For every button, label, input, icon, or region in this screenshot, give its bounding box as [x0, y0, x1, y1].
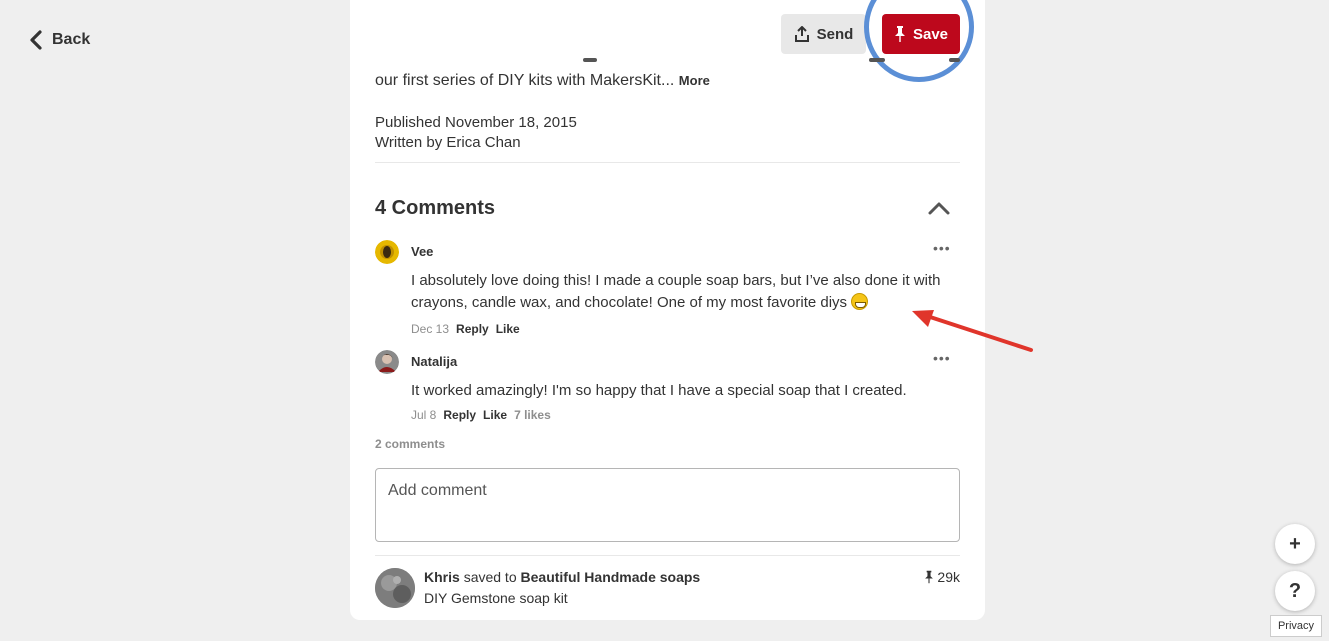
divider	[375, 162, 960, 163]
comment-text: It worked amazingly! I'm so happy that I…	[411, 382, 907, 399]
saved-pin-title: DIY Gemstone soap kit	[424, 590, 568, 606]
description-text: our first series of DIY kits with Makers…	[375, 72, 675, 89]
saved-by-row: Khris saved to Beautiful Handmade soaps …	[375, 566, 960, 610]
add-comment-input[interactable]	[375, 468, 960, 542]
comments-count-link[interactable]: 2 comments	[375, 437, 445, 451]
help-button[interactable]: ?	[1275, 571, 1315, 611]
comments-title: 4 Comments	[375, 197, 496, 219]
pin-icon	[925, 570, 934, 584]
annotation-arrow-icon	[912, 310, 1033, 352]
pin-detail-card: Send Save our first series of DIY kits w…	[350, 0, 985, 620]
likes-count[interactable]: 7 likes	[514, 408, 551, 422]
like-button[interactable]: Like	[496, 322, 520, 336]
send-button[interactable]: Send	[781, 14, 866, 54]
comment-item: Vee ••• I absolutely love doing this! I …	[375, 240, 960, 340]
avatar[interactable]	[375, 350, 399, 374]
chevron-up-icon[interactable]	[927, 198, 951, 218]
add-button[interactable]: +	[1275, 524, 1315, 564]
saved-action: saved to	[463, 569, 517, 585]
save-label: Save	[912, 25, 949, 43]
chevron-left-icon	[30, 30, 42, 50]
description-cut-off-line	[375, 56, 960, 66]
comment-date: Dec 13	[411, 322, 450, 336]
comment-text: I absolutely love doing this! I made a c…	[411, 270, 941, 314]
grinning-emoji-icon	[851, 293, 869, 310]
pin-description: our first series of DIY kits with Makers…	[375, 72, 710, 90]
avatar[interactable]	[375, 568, 415, 608]
reply-button[interactable]: Reply	[456, 322, 489, 336]
avatar[interactable]	[375, 240, 399, 264]
pin-count: 29k	[924, 569, 960, 585]
like-button[interactable]: Like	[483, 408, 507, 422]
save-button[interactable]: Save	[882, 14, 960, 54]
comment-meta: Dec 13 Reply Like	[411, 322, 520, 336]
comment-date: Jul 8	[411, 408, 437, 422]
send-label: Send	[816, 25, 854, 43]
comment-meta: Jul 8 Reply Like 7 likes	[411, 408, 551, 422]
share-icon	[794, 26, 809, 42]
back-label: Back	[52, 31, 91, 48]
reply-button[interactable]: Reply	[443, 408, 476, 422]
saved-by-text: Khris saved to Beautiful Handmade soaps	[424, 569, 700, 585]
publish-info: Published November 18, 2015 Written by E…	[375, 113, 577, 153]
comment-item: Natalija ••• It worked amazingly! I'm so…	[375, 350, 960, 430]
saver-name[interactable]: Khris	[424, 569, 460, 585]
author: Written by Erica Chan	[375, 134, 521, 151]
back-button[interactable]: Back	[28, 28, 90, 52]
privacy-link[interactable]: Privacy	[1270, 615, 1322, 637]
board-name[interactable]: Beautiful Handmade soaps	[521, 569, 701, 585]
commenter-name[interactable]: Vee	[411, 244, 433, 259]
more-link[interactable]: More	[679, 73, 710, 88]
commenter-name[interactable]: Natalija	[411, 354, 457, 369]
published-date: Published November 18, 2015	[375, 114, 577, 131]
more-options-icon[interactable]: •••	[933, 240, 951, 256]
pin-icon	[894, 26, 905, 42]
divider	[375, 555, 960, 556]
pin-count-value: 29k	[937, 569, 960, 585]
